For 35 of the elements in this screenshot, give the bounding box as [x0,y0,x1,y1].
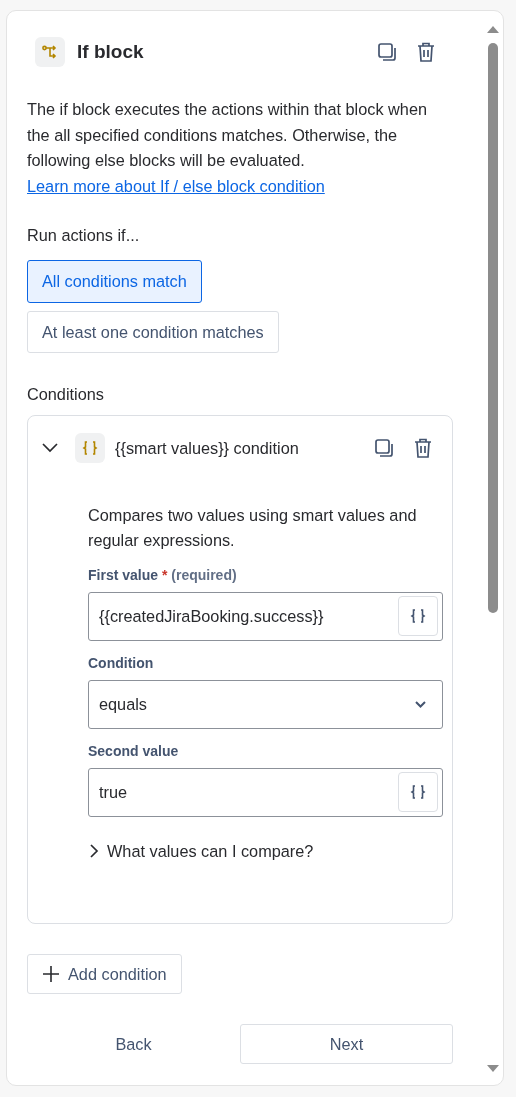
description-text: The if block executes the actions within that block when the all specified conditions matches. Otherwise, the following else blocks will be evaluated. Learn more about If / else block condition [27,99,428,197]
braces-icon [410,608,426,625]
learn-more-link[interactable]: Learn more about If / else block condition [27,176,325,195]
section-label: Conditions [27,384,105,406]
add-condition-button[interactable]: Add condition [27,953,182,995]
field-label: Second value [88,742,179,759]
option-button[interactable]: At least one condition matches [27,310,279,354]
condition-title: {{smart values}} condition [115,437,299,459]
input-field[interactable]: {{createdJiraBooking.success}} [88,591,443,641]
chevron-right-icon [90,843,99,858]
duplicate-button[interactable] [375,40,399,64]
section-label: Run actions if... [27,225,141,246]
field-label: Condition [88,654,154,671]
required-hint: (required) [170,566,237,583]
braces-icon [75,432,105,463]
scrollbar-thumb[interactable] [488,43,498,613]
scroll-up-icon[interactable] [487,25,499,33]
next-button[interactable]: Next [240,1024,453,1065]
input-field[interactable]: true [88,767,443,817]
help-toggle[interactable]: What values can I compare? [88,836,316,866]
field-label: First value [88,566,159,583]
scroll-down-icon[interactable] [487,1065,499,1073]
plus-icon [42,964,60,983]
condition-select[interactable]: equals [88,679,443,729]
dropdown-icon [415,700,426,708]
branch-icon [35,37,65,67]
condition-description: Compares two values using smart values and regular expressions. [88,504,418,551]
required-mark: * [160,566,168,583]
smart-value-button[interactable] [398,596,438,637]
delete-button[interactable] [415,40,437,64]
option-button[interactable]: All conditions match [27,260,202,303]
chevron-icon[interactable] [40,440,60,455]
panel-title: If block [77,39,144,64]
braces-icon [410,784,426,801]
smart-value-button[interactable] [398,772,438,813]
